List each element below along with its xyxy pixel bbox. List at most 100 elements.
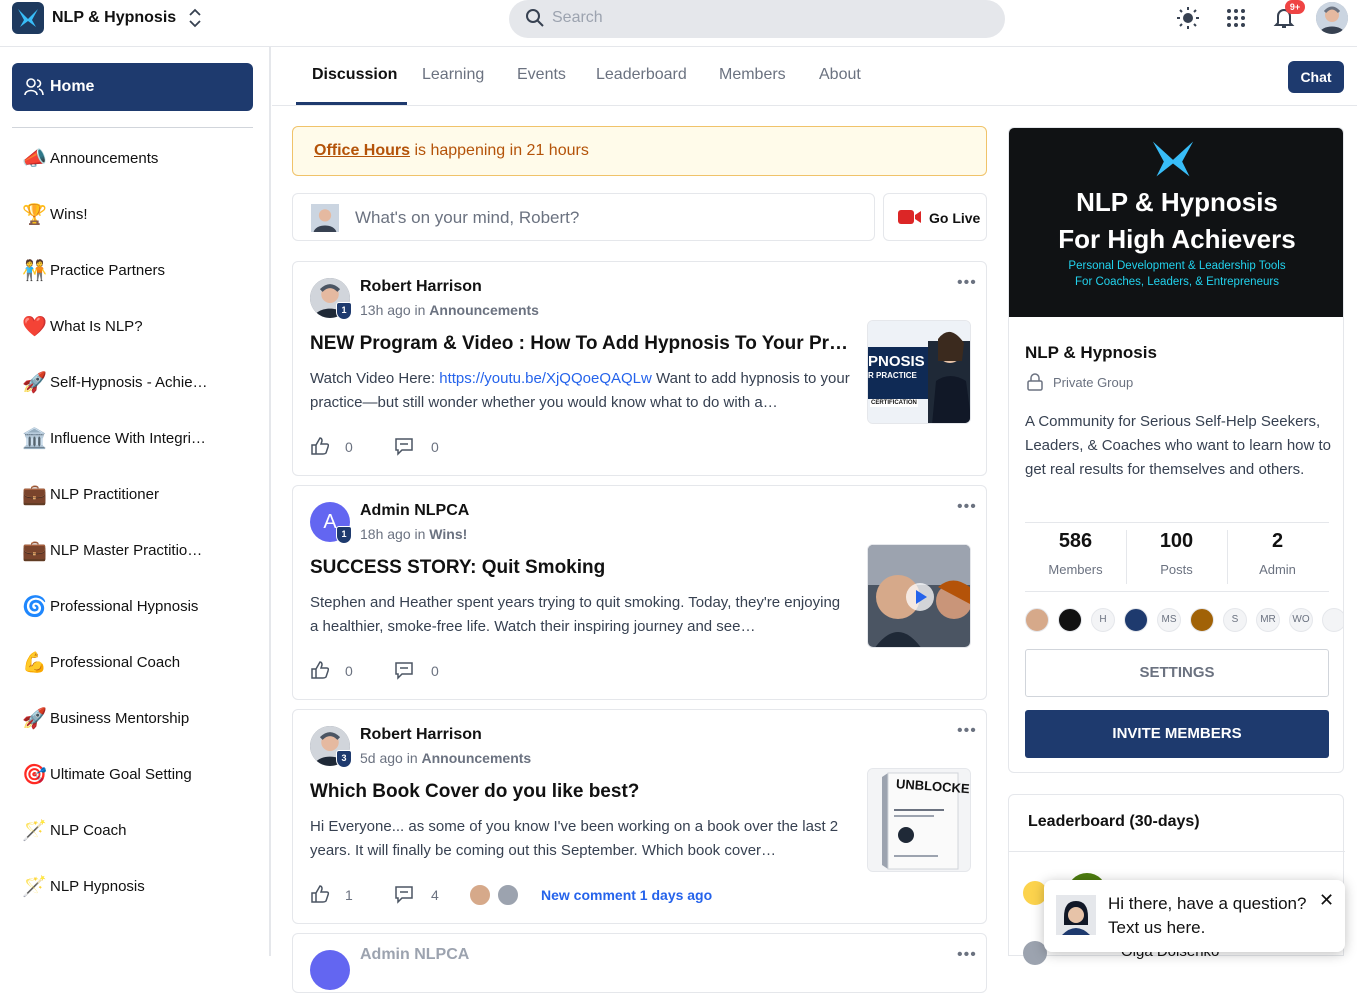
- more-options-icon[interactable]: •••: [957, 498, 977, 516]
- comment-icon[interactable]: [394, 660, 414, 680]
- chat-button[interactable]: Chat: [1288, 61, 1344, 93]
- sidebar-item[interactable]: 💼 NLP Master Practitio…: [12, 531, 253, 571]
- member-avatar[interactable]: [1025, 608, 1049, 632]
- tab-leaderboard[interactable]: Leaderboard: [596, 66, 687, 84]
- member-avatar[interactable]: [1124, 608, 1148, 632]
- post-link[interactable]: https://youtu.be/XjQQoeQAQLw: [439, 370, 652, 387]
- group-banner: NLP & Hypnosis For High Achievers Persona…: [1009, 128, 1343, 317]
- post-category[interactable]: Announcements: [429, 302, 539, 318]
- post-card[interactable]: Admin NLPCA •••: [292, 933, 987, 993]
- post-title[interactable]: Which Book Cover do you like best?: [310, 781, 850, 803]
- settings-button[interactable]: SETTINGS: [1025, 649, 1329, 697]
- channel-emoji-icon: ❤️: [22, 316, 47, 338]
- member-avatar[interactable]: [1058, 608, 1082, 632]
- book-thumbnail[interactable]: UNBLOCKED: [867, 768, 971, 872]
- sidebar-item[interactable]: 🏆 Wins!: [12, 195, 253, 235]
- sidebar-item[interactable]: 🪄 NLP Hypnosis: [12, 867, 253, 907]
- thumbs-up-icon[interactable]: [310, 436, 330, 456]
- tab-events[interactable]: Events: [517, 66, 566, 84]
- go-live-button[interactable]: Go Live: [883, 193, 987, 241]
- post-in: in: [406, 750, 418, 766]
- post-body: Stephen and Heather spent years trying t…: [310, 594, 841, 635]
- post-composer[interactable]: What's on your mind, Robert?: [292, 193, 875, 241]
- post-category[interactable]: Announcements: [422, 750, 532, 766]
- chevron-up-down-icon[interactable]: [186, 7, 204, 28]
- member-avatar[interactable]: H: [1091, 608, 1115, 632]
- sun-icon[interactable]: [1176, 6, 1200, 30]
- tab-learning[interactable]: Learning: [422, 66, 484, 84]
- post-card[interactable]: 1 Robert Harrison 13h ago in Announcemen…: [292, 261, 987, 476]
- thumbs-up-icon[interactable]: [310, 660, 330, 680]
- member-avatar[interactable]: MS: [1157, 608, 1181, 632]
- leaderboard-title: Leaderboard (30-days): [1028, 813, 1200, 830]
- sidebar-item[interactable]: ❤️ What Is NLP?: [12, 307, 253, 347]
- post-time: 5d ago: [360, 750, 403, 766]
- new-comment-link[interactable]: New comment 1 days ago: [541, 887, 712, 903]
- sidebar-item-label: Professional Coach: [50, 654, 181, 671]
- post-author[interactable]: Robert Harrison: [360, 726, 482, 744]
- more-options-icon[interactable]: •••: [957, 946, 977, 964]
- apps-grid-icon[interactable]: [1224, 6, 1248, 30]
- post-title[interactable]: SUCCESS STORY: Quit Smoking: [310, 557, 850, 579]
- tab-about[interactable]: About: [819, 66, 861, 84]
- search-input[interactable]: Search: [509, 0, 1005, 38]
- member-avatar[interactable]: S: [1223, 608, 1247, 632]
- post-title[interactable]: NEW Program & Video : How To Add Hypnosi…: [310, 333, 850, 355]
- invite-members-button[interactable]: INVITE MEMBERS: [1025, 710, 1329, 758]
- group-description: A Community for Serious Self-Help Seeker…: [1025, 413, 1332, 478]
- tab-members[interactable]: Members: [719, 66, 786, 84]
- author-avatar[interactable]: [310, 950, 350, 990]
- member-avatar[interactable]: [1190, 608, 1214, 632]
- member-avatar[interactable]: WO: [1289, 608, 1313, 632]
- sidebar-item[interactable]: 🌀 Professional Hypnosis: [12, 587, 253, 627]
- commenter-avatar[interactable]: [468, 883, 492, 907]
- event-link[interactable]: Office Hours: [314, 142, 410, 159]
- sidebar-item-label: Influence With Integri…: [50, 430, 206, 447]
- thumb-text: CERTIFICATION: [870, 399, 918, 407]
- notification-badge: 9+: [1285, 0, 1305, 14]
- thumbs-up-icon[interactable]: [310, 884, 330, 904]
- sidebar-item-label: Home: [50, 78, 95, 95]
- stat-members[interactable]: 586 Members: [1025, 530, 1126, 577]
- sidebar-item-home[interactable]: Home: [12, 63, 253, 111]
- post-card[interactable]: 3 Robert Harrison 5d ago in Announcement…: [292, 709, 987, 924]
- post-author[interactable]: Admin NLPCA: [360, 502, 469, 520]
- sidebar-item-label: NLP Master Practitio…: [50, 542, 203, 559]
- chat-popup[interactable]: Hi there, have a question? Text us here.…: [1044, 880, 1345, 952]
- member-avatar[interactable]: [1322, 608, 1343, 632]
- sidebar-item[interactable]: 🎯 Ultimate Goal Setting: [12, 755, 253, 795]
- post-category[interactable]: Wins!: [429, 526, 467, 542]
- app-title[interactable]: NLP & Hypnosis: [52, 9, 176, 27]
- group-info-card: NLP & Hypnosis For High Achievers Persona…: [1008, 127, 1344, 773]
- sidebar-item[interactable]: 🚀 Self-Hypnosis - Achie…: [12, 363, 253, 403]
- sidebar-item[interactable]: 🪄 NLP Coach: [12, 811, 253, 851]
- post-card[interactable]: A 1 Admin NLPCA 18h ago in Wins! ••• SUC…: [292, 485, 987, 700]
- comment-icon[interactable]: [394, 884, 414, 904]
- channel-emoji-icon: 🧑‍🤝‍🧑: [22, 260, 47, 282]
- stat-posts[interactable]: 100 Posts: [1126, 530, 1227, 577]
- sidebar-item[interactable]: 🏛️ Influence With Integri…: [12, 419, 253, 459]
- user-avatar[interactable]: [1316, 2, 1348, 34]
- tab-bar: Discussion Learning Events Leaderboard M…: [272, 47, 1357, 106]
- comment-icon[interactable]: [394, 436, 414, 456]
- sidebar-item[interactable]: 💼 NLP Practitioner: [12, 475, 253, 515]
- post-author[interactable]: Robert Harrison: [360, 278, 482, 296]
- post-thumbnail[interactable]: PNOSIS R PRACTICE CERTIFICATION: [867, 320, 971, 424]
- users-icon: [24, 78, 44, 96]
- stat-admin[interactable]: 2 Admin: [1227, 530, 1328, 577]
- more-options-icon[interactable]: •••: [957, 274, 977, 292]
- commenter-avatar[interactable]: [496, 883, 520, 907]
- tab-discussion[interactable]: Discussion: [312, 66, 397, 84]
- sidebar-item[interactable]: 📣 Announcements: [12, 139, 253, 179]
- more-options-icon[interactable]: •••: [957, 722, 977, 740]
- sidebar-item[interactable]: 🧑‍🤝‍🧑 Practice Partners: [12, 251, 253, 291]
- butterfly-logo-icon[interactable]: [12, 2, 44, 34]
- post-in: in: [414, 302, 426, 318]
- video-thumbnail[interactable]: [867, 544, 971, 648]
- sidebar-item[interactable]: 💪 Professional Coach: [12, 643, 253, 683]
- post-author[interactable]: Admin NLPCA: [360, 946, 469, 964]
- member-avatar[interactable]: MR: [1256, 608, 1280, 632]
- close-icon[interactable]: ✕: [1319, 890, 1334, 911]
- sidebar-item[interactable]: 🚀 Business Mentorship: [12, 699, 253, 739]
- comment-count: 4: [431, 887, 439, 903]
